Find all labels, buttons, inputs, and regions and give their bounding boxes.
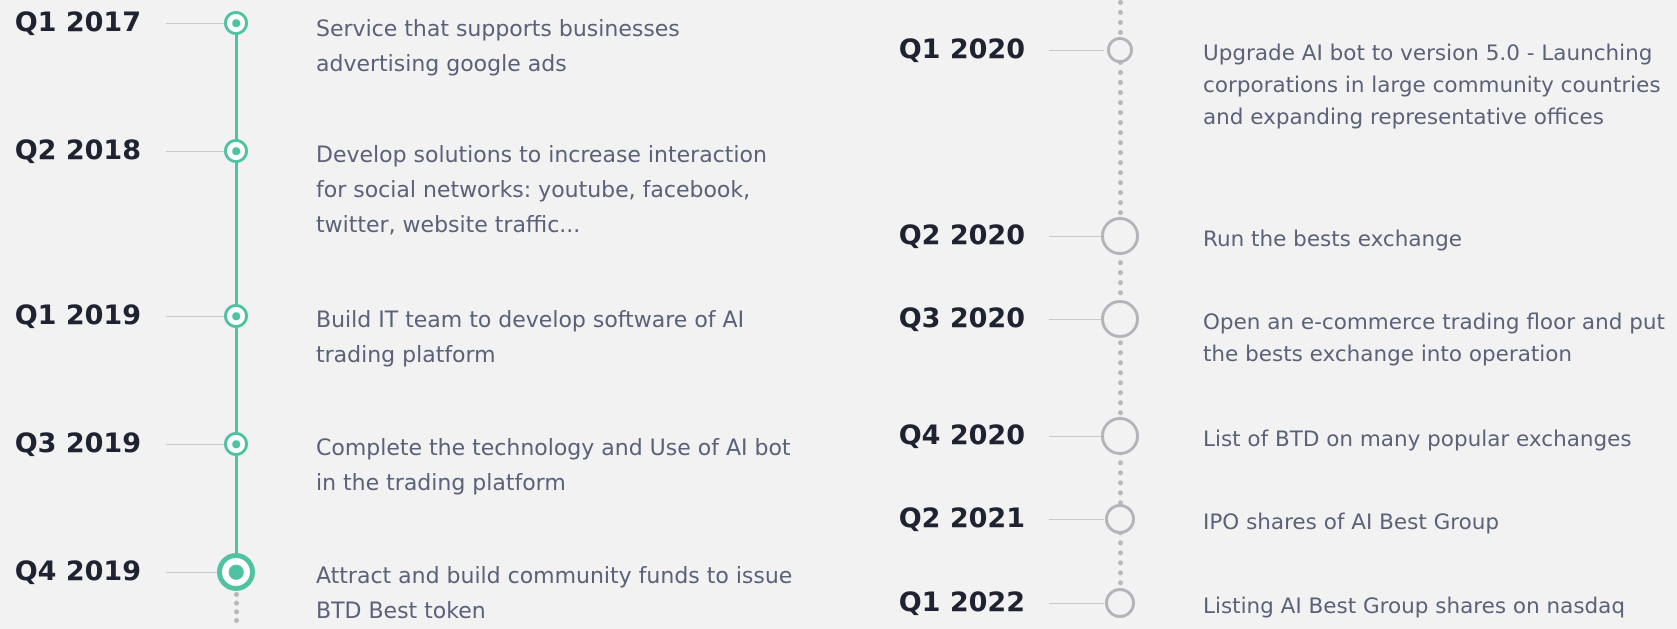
milestone-status-icon — [224, 432, 248, 456]
milestone-connector — [1049, 436, 1104, 437]
milestone-connector — [166, 572, 224, 573]
milestone-quarter: Q3 2020 — [898, 303, 1025, 334]
milestone-description: Run the bests exchange — [1203, 227, 1463, 252]
left-timeline-dotted-line — [233, 592, 239, 623]
roadmap-timeline: Q1 2017 Service that supports businesses … — [0, 0, 1677, 624]
milestone-quarter: Q1 2017 — [14, 7, 141, 38]
milestone-description: Complete the technology and Use of AI bo… — [316, 436, 791, 496]
milestone-status-icon — [217, 553, 255, 591]
milestone-status-icon — [1101, 300, 1139, 338]
milestone-connector — [1049, 519, 1104, 520]
milestone-connector — [166, 23, 224, 24]
left-timeline-solid-line — [234, 23, 238, 572]
milestone-description: Service that supports businesses adverti… — [316, 17, 680, 77]
milestone-quarter: Q1 2022 — [898, 587, 1025, 618]
milestone-connector — [1049, 603, 1104, 604]
milestone-quarter: Q2 2020 — [898, 220, 1025, 251]
milestone-status-icon — [224, 304, 248, 328]
milestone-connector — [1049, 319, 1104, 320]
milestone-description: Develop solutions to increase interactio… — [316, 143, 767, 238]
milestone-description: List of BTD on many popular exchanges — [1203, 427, 1632, 452]
milestone-quarter: Q1 2019 — [14, 300, 141, 331]
milestone-connector — [166, 151, 224, 152]
milestone-quarter: Q4 2019 — [14, 556, 141, 587]
milestone-status-icon — [1101, 217, 1139, 255]
milestone-description: Listing AI Best Group shares on nasdaq — [1203, 594, 1626, 619]
milestone-status-icon — [1101, 417, 1139, 455]
milestone-quarter: Q2 2021 — [898, 503, 1025, 534]
milestone-description: Upgrade AI bot to version 5.0 - Launchin… — [1203, 41, 1661, 130]
milestone-connector — [1049, 50, 1104, 51]
milestone-connector — [1049, 236, 1104, 237]
milestone-connector — [166, 316, 224, 317]
milestone-status-icon — [224, 139, 248, 163]
milestone-description: Open an e-commerce trading floor and put… — [1203, 310, 1665, 367]
milestone-status-icon — [1105, 588, 1135, 618]
milestone-connector — [166, 444, 224, 445]
milestone-status-icon — [1107, 37, 1133, 63]
milestone-quarter: Q3 2019 — [14, 428, 141, 459]
milestone-description: Build IT team to develop software of AI … — [316, 308, 745, 368]
milestone-description: IPO shares of AI Best Group — [1203, 510, 1500, 535]
milestone-quarter: Q1 2020 — [898, 34, 1025, 65]
milestone-status-icon — [224, 11, 248, 35]
milestone-quarter: Q4 2020 — [898, 420, 1025, 451]
milestone-status-icon — [1105, 504, 1135, 534]
milestone-quarter: Q2 2018 — [14, 135, 141, 166]
milestone-description: Attract and build community funds to iss… — [316, 564, 793, 624]
